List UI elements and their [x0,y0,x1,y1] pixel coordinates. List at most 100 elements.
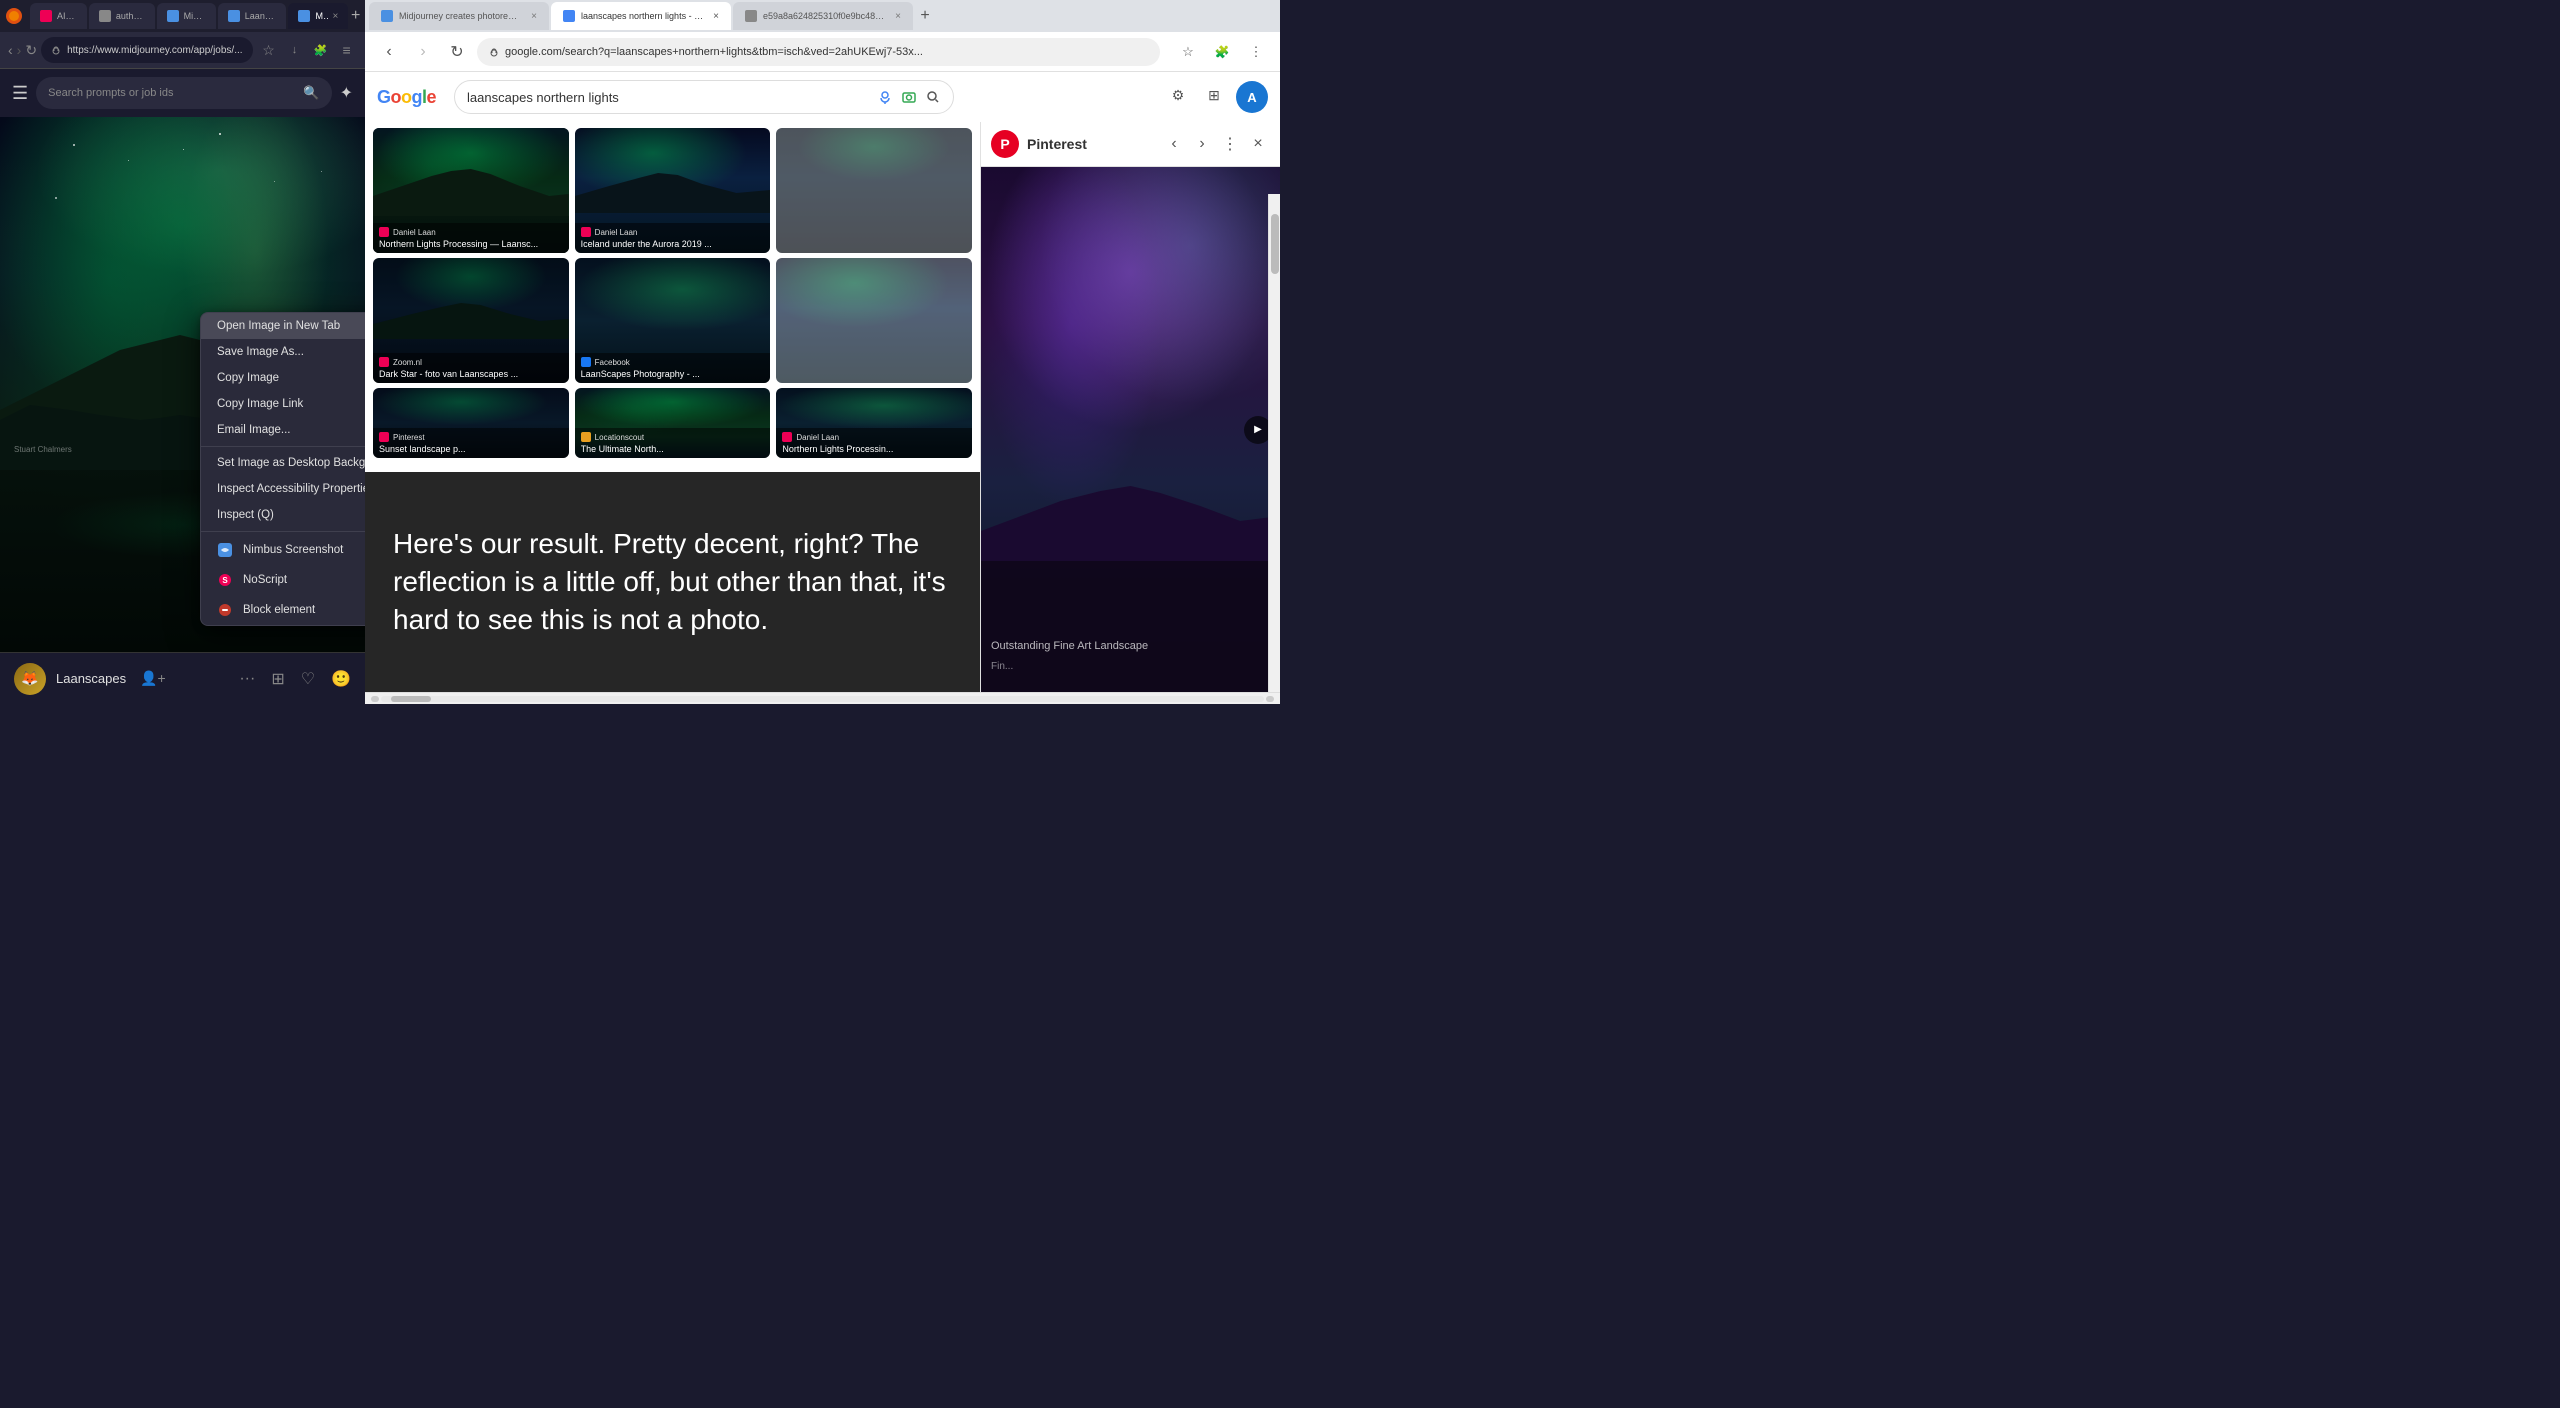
apps-icon[interactable]: ⊞ [1200,81,1228,109]
menu-item-accessibility[interactable]: Inspect Accessibility Properties [201,476,365,502]
back-button[interactable]: ‹ [8,38,13,62]
tab-close[interactable]: × [531,11,537,22]
scrollbar-track[interactable] [381,696,1264,702]
side-panel: P Pinterest ‹ › ⋮ × Outs [980,122,1280,692]
forward-button[interactable]: › [17,38,22,62]
right-address-bar[interactable]: google.com/search?q=laanscapes+northern+… [477,38,1160,66]
right-tab-google[interactable]: laanscapes northern lights - Goo... × [551,2,731,30]
tab-close-btn[interactable]: × [333,11,339,22]
nimbus-icon [217,542,233,558]
tab-auth0[interactable]: auth0.openai.com/u... [89,3,155,29]
more-options-icon[interactable]: ··· [239,670,255,688]
refresh-button[interactable]: ↻ [443,38,471,66]
scroll-right-btn[interactable] [1266,696,1274,702]
emoji-icon[interactable]: 🙂 [331,669,351,689]
overlay-text-content: Here's our result. Pretty decent, right?… [393,525,952,638]
back-button[interactable]: ‹ [375,38,403,66]
tab-ai-scapes[interactable]: AI Scapes Script [30,3,87,29]
svg-text:S: S [222,576,228,585]
source-icon [379,432,389,442]
right-scrollbar[interactable] [1268,194,1280,692]
tab-favicon [381,10,393,22]
menu-item-label: Set Image as Desktop Background... [217,457,365,469]
menu-button[interactable]: ⋮ [1242,38,1270,66]
menu-item-email[interactable]: Email Image... [201,417,365,443]
side-panel-caption: Outstanding Fine Art Landscape [991,640,1270,652]
forward-button[interactable]: › [409,38,437,66]
menu-divider-1 [201,446,365,447]
settings-icon[interactable]: ⚙ [1164,81,1192,109]
mj-toolbar: ☰ Search prompts or job ids 🔍 ✦ [0,69,365,117]
bookmark-button[interactable]: ☆ [1174,38,1202,66]
card-title: Iceland under the Aurora 2019 ... [581,239,765,249]
next-button[interactable]: › [1190,132,1214,156]
card-source: Daniel Laan [782,432,966,442]
extensions-button[interactable]: 🧩 [309,38,333,62]
menu-button[interactable]: ≡ [335,38,359,62]
menu-item-set-bg[interactable]: Set Image as Desktop Background... [201,450,365,476]
tab-favicon [167,10,179,22]
right-tab-hash[interactable]: e59a8a624825310f0e9bc483dc... × [733,2,913,30]
mj-search-bar[interactable]: Search prompts or job ids 🔍 [36,77,331,109]
card-source: Daniel Laan [581,227,765,237]
user-avatar: 🦊 [14,663,46,695]
close-side-panel-button[interactable]: × [1246,132,1270,156]
user-add-icon[interactable]: 👤+ [140,670,166,687]
nav-bar: ‹ › ↻ https://www.midjourney.com/app/job… [0,32,365,68]
new-tab-button[interactable]: + [915,6,935,26]
image-card-partial-2[interactable] [776,258,972,383]
camera-icon[interactable] [901,89,917,105]
source-name: Daniel Laan [393,228,436,237]
mj-menu-button[interactable]: ☰ [12,83,28,104]
menu-item-inspect[interactable]: Inspect (Q) [201,502,365,528]
menu-item-block[interactable]: Block element [201,595,365,625]
download-button[interactable]: ↓ [283,38,307,62]
image-card-north[interactable]: Locationscout The Ultimate North... [575,388,771,458]
heart-icon[interactable]: ♡ [301,669,315,689]
right-tab-bar: Midjourney creates photoreali... × laans… [365,0,1280,32]
menu-item-copy-link[interactable]: Copy Image Link [201,391,365,417]
mj-image-area: Stuart Chalmers Open Image in New Tab Sa… [0,117,365,652]
menu-item-label: Inspect Accessibility Properties [217,483,365,495]
image-card-partial-1[interactable] [776,128,972,253]
extensions-button[interactable]: 🧩 [1208,38,1236,66]
user-avatar[interactable]: A [1236,81,1268,113]
scroll-left-btn[interactable] [371,696,379,702]
google-search-bar[interactable]: laanscapes northern lights [454,80,954,114]
tab-close[interactable]: × [713,11,719,22]
prev-button[interactable]: ‹ [1162,132,1186,156]
menu-item-nimbus[interactable]: Nimbus Screenshot › Nimbus Screenshot [201,535,365,565]
horizontal-scrollbar[interactable] [365,692,1280,704]
mic-icon[interactable] [877,89,893,105]
search-icon[interactable] [925,89,941,105]
image-card-dark-star[interactable]: Zoom.nl Dark Star - foto van Laanscapes … [373,258,569,383]
h-scrollbar-thumb[interactable] [391,696,431,702]
source-name: Zoom.nl [393,358,422,367]
card-label: Daniel Laan Northern Lights Processin... [776,428,972,458]
right-tab-mj[interactable]: Midjourney creates photoreali... × [369,2,549,30]
image-card-nl-processing-2[interactable]: Daniel Laan Northern Lights Processin... [776,388,972,458]
mj-magic-button[interactable]: ✦ [340,83,353,103]
menu-item-label: Save Image As... [217,346,304,358]
tab-mj-eda[interactable]: Midjourney: eda... [157,3,216,29]
address-bar[interactable]: https://www.midjourney.com/app/jobs/... [41,37,252,63]
refresh-button[interactable]: ↻ [25,38,37,62]
menu-item-copy-image[interactable]: Copy Image [201,365,365,391]
scrollbar-thumb[interactable] [1271,214,1279,274]
image-card-sunset[interactable]: Pinterest Sunset landscape p... [373,388,569,458]
tab-mj-active[interactable]: Midjourney: S... × [288,3,348,29]
menu-item-open-new-tab[interactable]: Open Image in New Tab [201,313,365,339]
tab-laanscapes[interactable]: Laanscapes_Capture... [218,3,287,29]
image-card-iceland[interactable]: Daniel Laan Iceland under the Aurora 201… [575,128,771,253]
grid-icon[interactable]: ⊞ [271,669,284,689]
tab-close[interactable]: × [895,11,901,22]
new-tab-button[interactable]: + [350,4,361,28]
menu-item-save-as[interactable]: Save Image As... [201,339,365,365]
more-options-button[interactable]: ⋮ [1218,132,1242,156]
image-card-nl-processing[interactable]: Daniel Laan Northern Lights Processing —… [373,128,569,253]
image-watermark: Stuart Chalmers [14,445,72,454]
card-title: LaanScapes Photography - ... [581,369,765,379]
menu-item-noscript[interactable]: S NoScript [201,565,365,595]
bookmark-button[interactable]: ☆ [257,38,281,62]
image-card-facebook[interactable]: Facebook LaanScapes Photography - ... [575,258,771,383]
